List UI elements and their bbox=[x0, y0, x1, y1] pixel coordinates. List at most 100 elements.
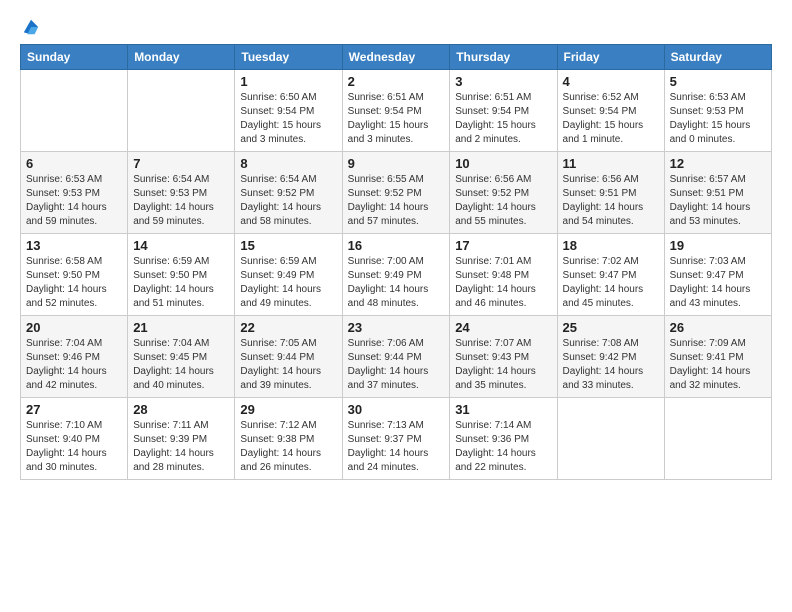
day-info: Sunrise: 7:01 AM Sunset: 9:48 PM Dayligh… bbox=[455, 255, 551, 311]
day-number: 28 bbox=[133, 402, 229, 417]
calendar-cell: 18 Sunrise: 7:02 AM Sunset: 9:47 PM Dayli… bbox=[557, 234, 664, 316]
day-number: 27 bbox=[26, 402, 122, 417]
day-number: 15 bbox=[240, 238, 336, 253]
calendar-cell: 15 Sunrise: 6:59 AM Sunset: 9:49 PM Dayli… bbox=[235, 234, 342, 316]
week-row-1: 1 Sunrise: 6:50 AM Sunset: 9:54 PM Daylig… bbox=[21, 70, 772, 152]
day-number: 7 bbox=[133, 156, 229, 171]
day-number: 1 bbox=[240, 74, 336, 89]
day-header-wednesday: Wednesday bbox=[342, 45, 450, 70]
day-info: Sunrise: 7:09 AM Sunset: 9:41 PM Dayligh… bbox=[670, 337, 766, 393]
day-info: Sunrise: 7:07 AM Sunset: 9:43 PM Dayligh… bbox=[455, 337, 551, 393]
calendar-cell: 10 Sunrise: 6:56 AM Sunset: 9:52 PM Dayli… bbox=[450, 152, 557, 234]
calendar-cell: 22 Sunrise: 7:05 AM Sunset: 9:44 PM Dayli… bbox=[235, 316, 342, 398]
calendar-cell: 21 Sunrise: 7:04 AM Sunset: 9:45 PM Dayli… bbox=[128, 316, 235, 398]
day-info: Sunrise: 6:52 AM Sunset: 9:54 PM Dayligh… bbox=[563, 91, 659, 147]
calendar-cell: 12Sunrise: 6:57 AM Sunset: 9:51 PM Dayli… bbox=[664, 152, 771, 234]
day-info: Sunrise: 7:03 AM Sunset: 9:47 PM Dayligh… bbox=[670, 255, 766, 311]
day-number: 25 bbox=[563, 320, 659, 335]
day-info: Sunrise: 7:02 AM Sunset: 9:47 PM Dayligh… bbox=[563, 255, 659, 311]
calendar-cell: 23 Sunrise: 7:06 AM Sunset: 9:44 PM Dayli… bbox=[342, 316, 450, 398]
day-number: 24 bbox=[455, 320, 551, 335]
week-row-2: 6 Sunrise: 6:53 AM Sunset: 9:53 PM Daylig… bbox=[21, 152, 772, 234]
day-info: Sunrise: 7:14 AM Sunset: 9:36 PM Dayligh… bbox=[455, 419, 551, 475]
calendar-cell: 14 Sunrise: 6:59 AM Sunset: 9:50 PM Dayli… bbox=[128, 234, 235, 316]
day-number: 2 bbox=[348, 74, 445, 89]
calendar-cell: 7 Sunrise: 6:54 AM Sunset: 9:53 PM Daylig… bbox=[128, 152, 235, 234]
day-info: Sunrise: 6:59 AM Sunset: 9:50 PM Dayligh… bbox=[133, 255, 229, 311]
day-number: 17 bbox=[455, 238, 551, 253]
calendar-cell: 30 Sunrise: 7:13 AM Sunset: 9:37 PM Dayli… bbox=[342, 398, 450, 480]
week-row-5: 27Sunrise: 7:10 AM Sunset: 9:40 PM Dayli… bbox=[21, 398, 772, 480]
day-info: Sunrise: 7:12 AM Sunset: 9:38 PM Dayligh… bbox=[240, 419, 336, 475]
calendar-cell: 13Sunrise: 6:58 AM Sunset: 9:50 PM Dayli… bbox=[21, 234, 128, 316]
calendar-cell: 8Sunrise: 6:54 AM Sunset: 9:52 PM Daylig… bbox=[235, 152, 342, 234]
week-row-3: 13Sunrise: 6:58 AM Sunset: 9:50 PM Dayli… bbox=[21, 234, 772, 316]
day-info: Sunrise: 7:04 AM Sunset: 9:46 PM Dayligh… bbox=[26, 337, 122, 393]
day-header-tuesday: Tuesday bbox=[235, 45, 342, 70]
day-number: 21 bbox=[133, 320, 229, 335]
day-info: Sunrise: 7:11 AM Sunset: 9:39 PM Dayligh… bbox=[133, 419, 229, 475]
header bbox=[20, 18, 772, 36]
day-info: Sunrise: 7:06 AM Sunset: 9:44 PM Dayligh… bbox=[348, 337, 445, 393]
day-number: 5 bbox=[670, 74, 766, 89]
calendar-cell: 1 Sunrise: 6:50 AM Sunset: 9:54 PM Daylig… bbox=[235, 70, 342, 152]
day-number: 30 bbox=[348, 402, 445, 417]
calendar-cell: 19 Sunrise: 7:03 AM Sunset: 9:47 PM Dayli… bbox=[664, 234, 771, 316]
day-info: Sunrise: 6:56 AM Sunset: 9:52 PM Dayligh… bbox=[455, 173, 551, 229]
day-number: 31 bbox=[455, 402, 551, 417]
calendar-cell bbox=[21, 70, 128, 152]
day-info: Sunrise: 7:04 AM Sunset: 9:45 PM Dayligh… bbox=[133, 337, 229, 393]
day-header-friday: Friday bbox=[557, 45, 664, 70]
day-number: 4 bbox=[563, 74, 659, 89]
day-number: 14 bbox=[133, 238, 229, 253]
calendar-cell: 24 Sunrise: 7:07 AM Sunset: 9:43 PM Dayli… bbox=[450, 316, 557, 398]
day-info: Sunrise: 6:57 AM Sunset: 9:51 PM Dayligh… bbox=[670, 173, 766, 229]
day-info: Sunrise: 6:56 AM Sunset: 9:51 PM Dayligh… bbox=[563, 173, 659, 229]
logo bbox=[20, 18, 40, 36]
day-number: 20 bbox=[26, 320, 122, 335]
day-info: Sunrise: 6:54 AM Sunset: 9:53 PM Dayligh… bbox=[133, 173, 229, 229]
day-number: 10 bbox=[455, 156, 551, 171]
calendar-cell: 25Sunrise: 7:08 AM Sunset: 9:42 PM Dayli… bbox=[557, 316, 664, 398]
day-number: 18 bbox=[563, 238, 659, 253]
day-number: 16 bbox=[348, 238, 445, 253]
week-row-4: 20 Sunrise: 7:04 AM Sunset: 9:46 PM Dayli… bbox=[21, 316, 772, 398]
calendar-cell: 5 Sunrise: 6:53 AM Sunset: 9:53 PM Daylig… bbox=[664, 70, 771, 152]
calendar-cell bbox=[557, 398, 664, 480]
calendar-cell: 9 Sunrise: 6:55 AM Sunset: 9:52 PM Daylig… bbox=[342, 152, 450, 234]
day-info: Sunrise: 6:53 AM Sunset: 9:53 PM Dayligh… bbox=[26, 173, 122, 229]
calendar-cell: 17 Sunrise: 7:01 AM Sunset: 9:48 PM Dayli… bbox=[450, 234, 557, 316]
calendar-cell: 11 Sunrise: 6:56 AM Sunset: 9:51 PM Dayli… bbox=[557, 152, 664, 234]
day-number: 22 bbox=[240, 320, 336, 335]
day-number: 26 bbox=[670, 320, 766, 335]
day-number: 29 bbox=[240, 402, 336, 417]
day-number: 6 bbox=[26, 156, 122, 171]
day-info: Sunrise: 7:00 AM Sunset: 9:49 PM Dayligh… bbox=[348, 255, 445, 311]
calendar-cell: 31 Sunrise: 7:14 AM Sunset: 9:36 PM Dayli… bbox=[450, 398, 557, 480]
calendar-cell bbox=[664, 398, 771, 480]
calendar: SundayMondayTuesdayWednesdayThursdayFrid… bbox=[20, 44, 772, 480]
day-header-saturday: Saturday bbox=[664, 45, 771, 70]
calendar-cell: 27Sunrise: 7:10 AM Sunset: 9:40 PM Dayli… bbox=[21, 398, 128, 480]
calendar-cell bbox=[128, 70, 235, 152]
day-info: Sunrise: 7:05 AM Sunset: 9:44 PM Dayligh… bbox=[240, 337, 336, 393]
day-number: 3 bbox=[455, 74, 551, 89]
calendar-cell: 29 Sunrise: 7:12 AM Sunset: 9:38 PM Dayli… bbox=[235, 398, 342, 480]
day-number: 9 bbox=[348, 156, 445, 171]
day-number: 23 bbox=[348, 320, 445, 335]
day-number: 13 bbox=[26, 238, 122, 253]
day-info: Sunrise: 6:50 AM Sunset: 9:54 PM Dayligh… bbox=[240, 91, 336, 147]
day-info: Sunrise: 6:55 AM Sunset: 9:52 PM Dayligh… bbox=[348, 173, 445, 229]
page: SundayMondayTuesdayWednesdayThursdayFrid… bbox=[0, 0, 792, 612]
calendar-cell: 20 Sunrise: 7:04 AM Sunset: 9:46 PM Dayli… bbox=[21, 316, 128, 398]
day-info: Sunrise: 7:13 AM Sunset: 9:37 PM Dayligh… bbox=[348, 419, 445, 475]
day-info: Sunrise: 6:51 AM Sunset: 9:54 PM Dayligh… bbox=[348, 91, 445, 147]
calendar-cell: 4 Sunrise: 6:52 AM Sunset: 9:54 PM Daylig… bbox=[557, 70, 664, 152]
day-info: Sunrise: 6:53 AM Sunset: 9:53 PM Dayligh… bbox=[670, 91, 766, 147]
day-number: 19 bbox=[670, 238, 766, 253]
day-info: Sunrise: 6:51 AM Sunset: 9:54 PM Dayligh… bbox=[455, 91, 551, 147]
calendar-cell: 2 Sunrise: 6:51 AM Sunset: 9:54 PM Daylig… bbox=[342, 70, 450, 152]
day-number: 11 bbox=[563, 156, 659, 171]
day-info: Sunrise: 6:59 AM Sunset: 9:49 PM Dayligh… bbox=[240, 255, 336, 311]
day-header-monday: Monday bbox=[128, 45, 235, 70]
